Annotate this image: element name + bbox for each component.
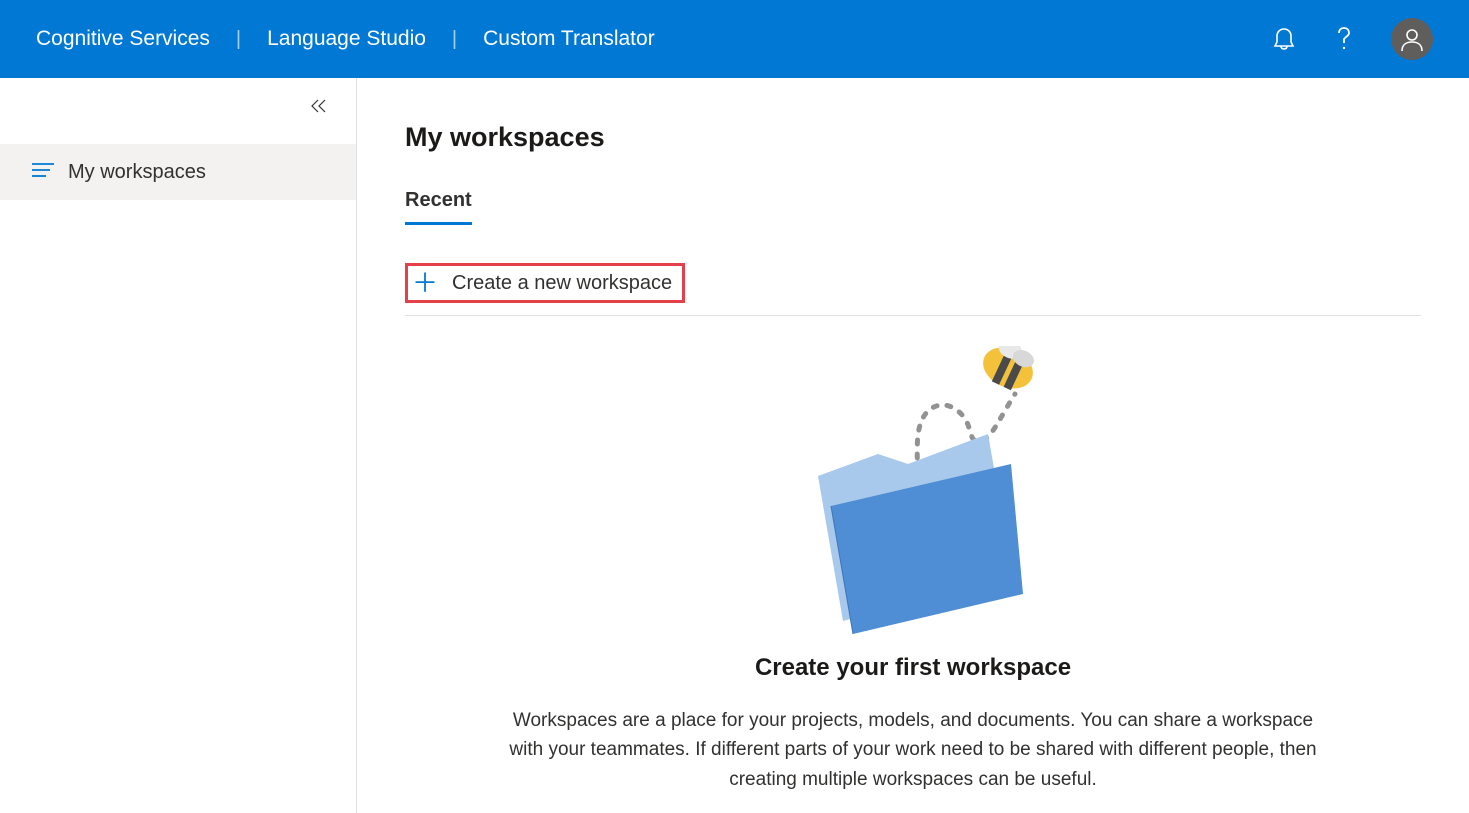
notifications-icon[interactable]: [1271, 26, 1297, 52]
breadcrumb-language-studio[interactable]: Language Studio: [267, 27, 426, 51]
avatar[interactable]: [1391, 18, 1433, 60]
main-content: My workspaces Recent ＋ Create a new work…: [357, 78, 1469, 813]
sidebar-item-label: My workspaces: [68, 161, 206, 184]
create-workspace-label: Create a new workspace: [452, 272, 672, 295]
breadcrumb: Cognitive Services | Language Studio | C…: [36, 27, 655, 51]
toolbar: ＋ Create a new workspace: [405, 263, 1421, 316]
tab-recent[interactable]: Recent: [405, 189, 472, 225]
breadcrumb-cognitive-services[interactable]: Cognitive Services: [36, 27, 210, 51]
header-right: [1271, 18, 1433, 60]
plus-icon: ＋: [412, 270, 438, 296]
breadcrumb-divider: |: [452, 28, 457, 51]
sidebar-item-my-workspaces[interactable]: My workspaces: [0, 144, 356, 200]
app-header: Cognitive Services | Language Studio | C…: [0, 0, 1469, 78]
empty-state-title: Create your first workspace: [755, 654, 1071, 682]
page-title: My workspaces: [405, 122, 1421, 153]
breadcrumb-custom-translator[interactable]: Custom Translator: [483, 27, 655, 51]
tabs: Recent: [405, 189, 1421, 225]
collapse-sidebar-icon[interactable]: [0, 98, 356, 144]
list-icon: [32, 161, 54, 184]
create-workspace-button[interactable]: ＋ Create a new workspace: [405, 263, 685, 303]
folder-illustration: [763, 346, 1063, 636]
sidebar: My workspaces: [0, 78, 357, 813]
help-icon[interactable]: [1331, 26, 1357, 52]
empty-state-description: Workspaces are a place for your projects…: [503, 706, 1323, 794]
empty-state: Create your first workspace Workspaces a…: [405, 316, 1421, 794]
breadcrumb-divider: |: [236, 28, 241, 51]
